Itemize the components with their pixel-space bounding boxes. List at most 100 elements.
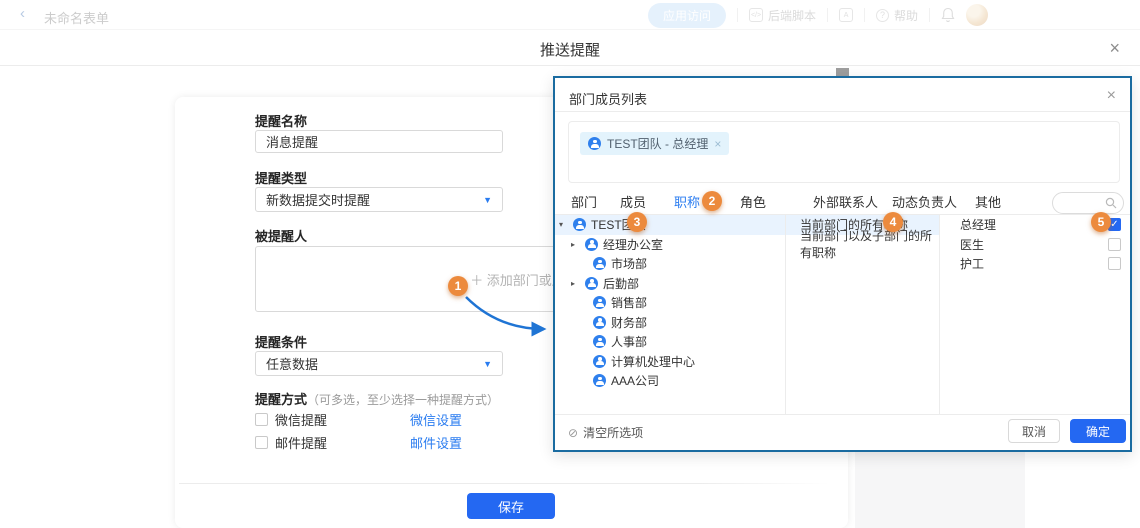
condition-select[interactable]: 任意数据 ▼	[255, 351, 503, 376]
modal-title: 推送提醒	[0, 39, 1140, 60]
tab-role[interactable]: 角色	[740, 192, 766, 211]
reminder-type-value: 新数据提交时提醒	[266, 190, 370, 209]
email-label: 邮件提醒	[275, 433, 327, 452]
method-note: （可多选，至少选择一种提醒方式）	[307, 393, 499, 407]
title-list: 总经理 ✓ 医生 护工	[940, 215, 1130, 414]
reminder-name-input[interactable]: 消息提醒	[255, 130, 503, 153]
department-icon	[593, 335, 606, 348]
tree-item-label: AAA公司	[611, 372, 659, 389]
divider	[555, 414, 1130, 415]
app-access-button[interactable]: 应用访问	[648, 3, 726, 28]
tree-item-aaa-company[interactable]: AAA公司	[555, 371, 785, 391]
help-label: 帮助	[894, 7, 918, 24]
tab-external-contact[interactable]: 外部联系人	[813, 192, 878, 211]
caret-right-icon[interactable]: ▸	[571, 240, 580, 249]
department-icon	[573, 218, 586, 231]
wechat-label: 微信提醒	[275, 410, 327, 429]
annotation-badge-4: 4	[883, 212, 903, 232]
annotation-badge-2: 2	[702, 191, 722, 211]
title-row-doctor[interactable]: 医生	[940, 235, 1130, 255]
email-reminder-option[interactable]: 邮件提醒	[255, 433, 327, 452]
dialog-close-icon[interactable]: ×	[1107, 87, 1116, 105]
tree-item-test-team[interactable]: ▾ TEST团队	[555, 215, 785, 235]
dialog-title: 部门成员列表	[569, 89, 647, 108]
tree-item-label: 市场部	[611, 255, 647, 272]
email-settings-link[interactable]: 邮件设置	[410, 433, 462, 452]
reminder-name-value: 消息提醒	[266, 132, 318, 151]
tree-item-label: 人事部	[611, 333, 647, 350]
tree-item-logistics[interactable]: ▸ 后勤部	[555, 274, 785, 294]
user-avatar[interactable]	[966, 4, 988, 26]
divider	[179, 483, 829, 484]
condition-value: 任意数据	[266, 354, 318, 373]
scope-current-and-sub-dept[interactable]: 当前部门以及子部门的所有职称	[786, 235, 939, 255]
bell-icon[interactable]	[941, 7, 955, 23]
caret-right-icon[interactable]: ▸	[571, 279, 580, 288]
clear-selection-button[interactable]: ⊘ 清空所选项	[568, 424, 643, 441]
wechat-reminder-option[interactable]: 微信提醒	[255, 410, 327, 429]
back-button[interactable]: ‹	[20, 5, 25, 22]
topbar-actions: 应用访问 </> 后端脚本 A ? 帮助	[648, 0, 988, 30]
department-tree: ▾ TEST团队 ▸ 经理办公室 市场部 ▸ 后勤部 销售部 财务部 人事	[555, 215, 786, 414]
save-button[interactable]: 保存	[467, 493, 555, 519]
method-label: 提醒方式（可多选，至少选择一种提醒方式）	[255, 389, 499, 408]
field-a-icon[interactable]: A	[839, 8, 853, 22]
tab-other[interactable]: 其他	[975, 192, 1001, 211]
condition-label: 提醒条件	[255, 332, 307, 351]
background-panel	[855, 452, 1025, 528]
tree-item-finance[interactable]: 财务部	[555, 313, 785, 333]
search-icon	[1105, 197, 1117, 209]
department-icon	[593, 316, 606, 329]
backend-script-button[interactable]: </> 后端脚本	[749, 7, 816, 24]
tree-item-hr[interactable]: 人事部	[555, 332, 785, 352]
tab-department[interactable]: 部门	[571, 192, 597, 211]
chevron-down-icon: ▼	[483, 359, 492, 369]
wechat-checkbox[interactable]	[255, 413, 268, 426]
checkbox[interactable]	[1108, 238, 1121, 251]
org-icon	[588, 137, 601, 150]
wechat-settings-link[interactable]: 微信设置	[410, 410, 462, 429]
form-title: 未命名表单	[44, 8, 109, 27]
reminder-name-label: 提醒名称	[255, 111, 307, 130]
selected-tag-label: TEST团队 - 总经理	[607, 135, 708, 152]
department-icon	[593, 296, 606, 309]
modal-close-icon[interactable]: ×	[1109, 38, 1120, 59]
picker-tabs: 部门 成员 职称 角色 外部联系人 动态负责人 其他	[555, 188, 1130, 214]
tag-remove-icon[interactable]: ×	[714, 137, 721, 151]
selected-tag[interactable]: TEST团队 - 总经理 ×	[580, 132, 729, 155]
title-row-caregiver[interactable]: 护工	[940, 254, 1130, 274]
department-icon	[593, 257, 606, 270]
search-input[interactable]	[1052, 192, 1124, 214]
tab-member[interactable]: 成员	[620, 192, 646, 211]
backend-script-label: 后端脚本	[768, 7, 816, 24]
divider	[864, 8, 865, 22]
checkbox[interactable]	[1108, 257, 1121, 270]
question-icon: ?	[876, 9, 889, 22]
clear-label: 清空所选项	[583, 424, 643, 441]
help-button[interactable]: ? 帮助	[876, 7, 918, 24]
tree-item-label: 销售部	[611, 294, 647, 311]
divider	[929, 8, 930, 22]
tree-item-manager-office[interactable]: ▸ 经理办公室	[555, 235, 785, 255]
confirm-button[interactable]: 确定	[1070, 419, 1126, 443]
member-picker-dialog: 部门成员列表 × TEST团队 - 总经理 × 部门 成员 职称 角色 外部联系…	[553, 76, 1132, 452]
caret-down-icon[interactable]: ▾	[559, 220, 568, 229]
tree-item-label: 后勤部	[603, 275, 639, 292]
scope-list: 当前部门的所有职称 当前部门以及子部门的所有职称	[786, 215, 940, 414]
annotation-badge-1: 1	[448, 276, 468, 296]
reminder-type-select[interactable]: 新数据提交时提醒 ▼	[255, 187, 503, 212]
email-checkbox[interactable]	[255, 436, 268, 449]
reminder-type-label: 提醒类型	[255, 168, 307, 187]
selected-items-box: TEST团队 - 总经理 ×	[568, 121, 1120, 183]
annotation-badge-5: 5	[1091, 212, 1111, 232]
tree-item-computer-center[interactable]: 计算机处理中心	[555, 352, 785, 372]
cancel-button[interactable]: 取消	[1008, 419, 1060, 443]
tree-item-label: 经理办公室	[603, 236, 663, 253]
title-label: 护工	[960, 255, 984, 272]
tree-item-sales[interactable]: 销售部	[555, 293, 785, 313]
tree-item-label: 财务部	[611, 314, 647, 331]
tab-title[interactable]: 职称	[674, 192, 700, 211]
tree-item-marketing[interactable]: 市场部	[555, 254, 785, 274]
top-bar: ‹ 未命名表单 应用访问 </> 后端脚本 A ? 帮助	[0, 0, 1140, 30]
tab-dynamic-owner[interactable]: 动态负责人	[892, 192, 957, 211]
